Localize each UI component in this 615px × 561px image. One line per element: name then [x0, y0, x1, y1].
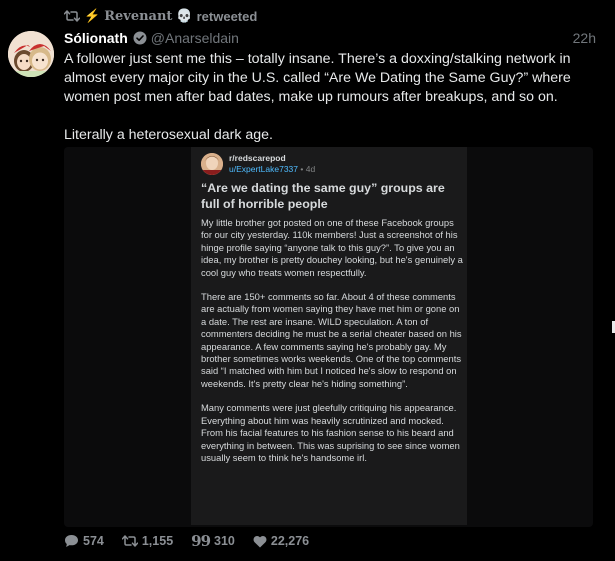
like-count: 22,276: [270, 534, 310, 548]
display-name[interactable]: Sólionath: [64, 30, 128, 46]
subreddit-avatar: [201, 153, 223, 175]
tweet[interactable]: ⚡ Revenant 💀 retweeted Sólionath @Anarse…: [0, 0, 615, 561]
quote-count: 310: [214, 534, 235, 548]
tweet-header: Sólionath @Anarseldain 22h: [64, 28, 604, 48]
tweet-paragraph: Literally a heterosexual dark age.: [64, 127, 273, 143]
post-title: “Are we dating the same guy” groups are …: [201, 181, 445, 211]
tweet-text: A follower just sent me this – totally i…: [64, 50, 604, 145]
quote-button[interactable]: 99 310: [191, 532, 235, 550]
skull-icon: 💀: [176, 8, 193, 23]
timestamp[interactable]: 22h: [573, 30, 596, 46]
user-handle[interactable]: @Anarseldain: [151, 30, 239, 46]
post-paragraph: There are 150+ comments so far. About 4 …: [201, 291, 462, 389]
tweet-paragraph: A follower just sent me this – totally i…: [64, 51, 571, 105]
reddit-post-header: r/redscarepod u/ExpertLake7337 • 4d: [201, 153, 315, 175]
post-age: 4d: [305, 164, 316, 174]
retweet-count: 1,155: [141, 534, 174, 548]
post-body: My little brother got posted on one of t…: [201, 217, 463, 464]
verified-badge-icon: [133, 31, 147, 45]
retweet-button[interactable]: 1,155: [121, 534, 174, 548]
reddit-post-screenshot: r/redscarepod u/ExpertLake7337 • 4d “Are…: [191, 147, 467, 525]
post-username: u/ExpertLake7337: [229, 164, 298, 174]
retweet-icon: [121, 535, 138, 547]
retweeted-label: retweeted: [196, 8, 258, 24]
retweet-indicator: ⚡ Revenant 💀 retweeted: [64, 6, 257, 26]
post-paragraph: Many comments were just gleefully critiq…: [201, 402, 460, 463]
quote-icon: 99: [191, 532, 211, 550]
tweet-actions: 574 1,155 99 310 22,276: [64, 531, 309, 551]
like-button[interactable]: 22,276: [253, 534, 309, 548]
reply-button[interactable]: 574: [64, 534, 104, 548]
retweet-icon: [64, 10, 80, 22]
retweeter-name[interactable]: Revenant: [104, 9, 172, 24]
post-paragraph: My little brother got posted on one of t…: [201, 217, 463, 278]
lightning-bolt-icon: ⚡: [84, 8, 101, 23]
heart-icon: [253, 535, 267, 548]
reply-icon: [64, 534, 79, 548]
subreddit-name: r/redscarepod: [229, 153, 286, 163]
avatar[interactable]: [8, 31, 54, 77]
reply-count: 574: [83, 534, 104, 548]
